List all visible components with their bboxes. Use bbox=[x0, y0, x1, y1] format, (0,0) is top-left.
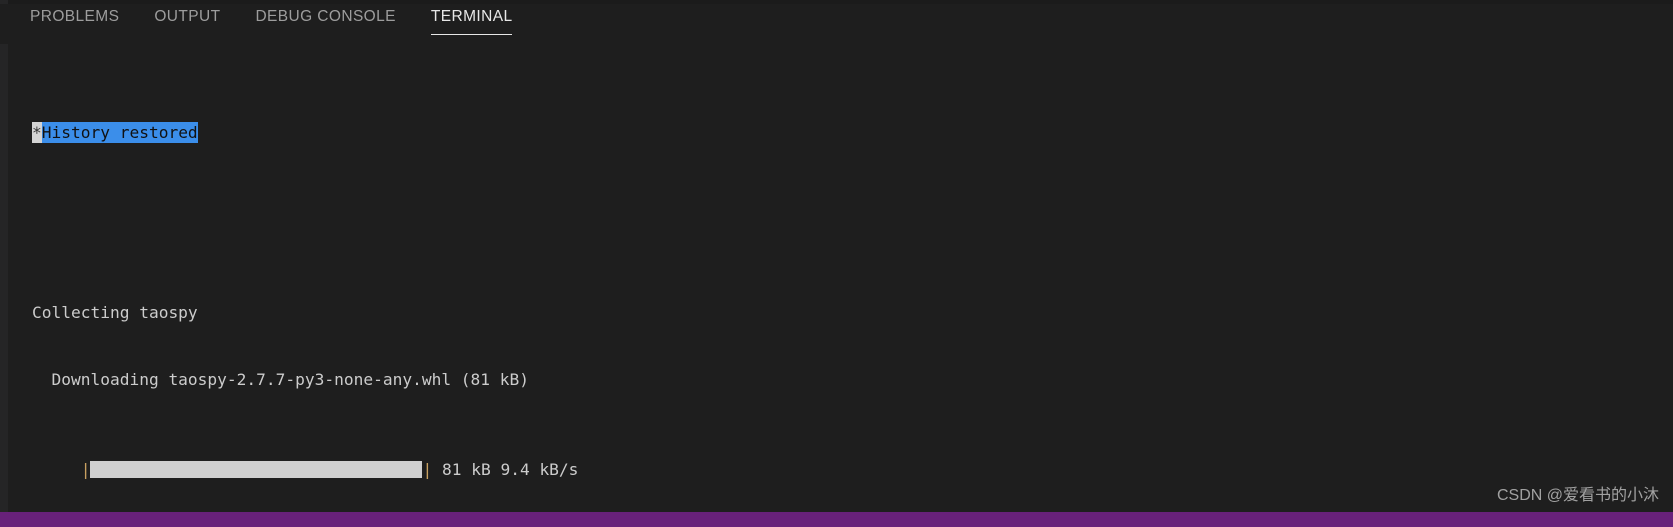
history-marker: * bbox=[32, 122, 42, 143]
tab-output[interactable]: OUTPUT bbox=[154, 4, 220, 35]
terminal-history-notice: *History restored bbox=[32, 122, 1673, 145]
csdn-watermark: CSDN @爱看书的小沐 bbox=[1497, 481, 1659, 505]
tab-output-label: OUTPUT bbox=[154, 8, 220, 25]
terminal-progress-row: | | 81 kB 9.4 kB/s bbox=[32, 459, 1673, 482]
tab-debug-console[interactable]: DEBUG CONSOLE bbox=[255, 4, 395, 35]
progress-status: 81 kB 9.4 kB/s bbox=[442, 460, 578, 479]
tab-debug-console-label: DEBUG CONSOLE bbox=[255, 8, 395, 25]
window-left-gutter bbox=[0, 0, 8, 512]
status-bar[interactable] bbox=[0, 512, 1673, 527]
tab-terminal-label: TERMINAL bbox=[431, 8, 513, 25]
progress-left-pipe: | bbox=[81, 460, 91, 479]
progress-indent bbox=[32, 460, 81, 479]
progress-spacer bbox=[432, 460, 442, 479]
terminal-line: Downloading taospy-2.7.7-py3-none-any.wh… bbox=[32, 369, 1673, 392]
panel-tab-bar: PROBLEMS OUTPUT DEBUG CONSOLE TERMINAL bbox=[0, 4, 1673, 44]
history-restored-label: History restored bbox=[42, 122, 198, 143]
tab-problems[interactable]: PROBLEMS bbox=[30, 4, 119, 35]
vscode-panel-root: PROBLEMS OUTPUT DEBUG CONSOLE TERMINAL *… bbox=[0, 0, 1673, 527]
tab-terminal[interactable]: TERMINAL bbox=[431, 4, 513, 35]
terminal-blank-line bbox=[32, 212, 1673, 235]
terminal-line: Collecting taospy bbox=[32, 302, 1673, 325]
terminal-output[interactable]: *History restored Collecting taospy Down… bbox=[8, 50, 1673, 512]
progress-right-pipe: | bbox=[422, 460, 432, 479]
progress-bar-fill bbox=[90, 461, 422, 478]
tab-problems-label: PROBLEMS bbox=[30, 8, 119, 25]
